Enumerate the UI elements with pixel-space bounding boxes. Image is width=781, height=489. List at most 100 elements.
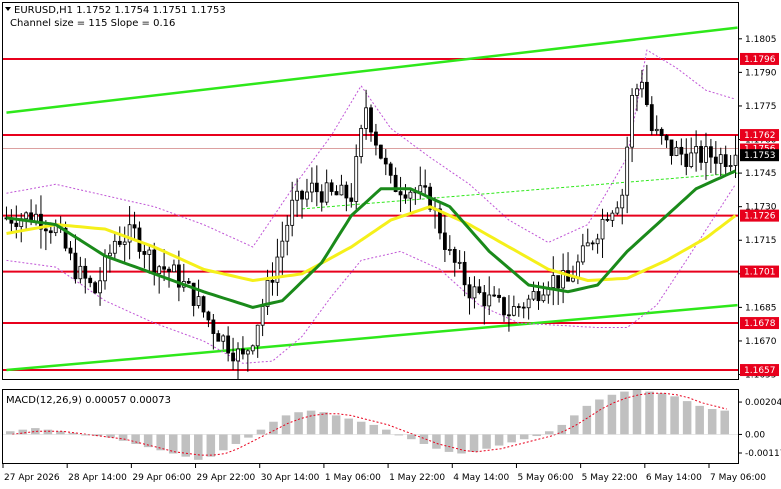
channel-info-label: Channel size = 115 Slope = 0.16 [10,18,175,29]
bear-candle [48,230,53,234]
macd-histogram-bar [657,393,667,435]
bull-candle [718,154,723,164]
bull-candle [585,242,590,247]
bear-candle [649,104,654,132]
bear-candle [477,286,482,294]
time-tick-label: 29 Apr 22:00 [197,473,256,483]
bull-candle [255,324,260,347]
bear-candle [521,306,526,309]
current-price-label: 1.1753 [744,151,776,161]
bear-candle [132,224,137,229]
bear-candle [162,266,167,270]
macd-histogram-bar [682,401,692,435]
level-tag-label: 1.1726 [744,212,776,222]
macd-histogram-bar [43,429,53,435]
bull-candle [98,280,102,294]
bull-candle [339,184,344,196]
bull-candle [511,306,516,316]
macd-histogram-bar [369,424,379,435]
macd-histogram-bar [707,409,717,435]
bear-candle [403,194,408,199]
bear-candle [713,156,718,164]
macd-histogram-bar [194,434,203,460]
macd-histogram-bar [607,394,617,435]
macd-histogram-bar [231,434,241,444]
macd-histogram-bar [244,434,253,438]
bear-candle [142,251,147,255]
symbol-ohlc-label: EURUSD,H1 1.1752 1.1754 1.1751 1.1753 [14,5,226,16]
bull-candle [280,240,285,258]
bear-candle [644,81,649,105]
macd-histogram-bar [494,434,504,446]
time-tick-label: 5 May 06:00 [517,473,573,483]
bull-candle [250,345,255,352]
bear-candle [462,261,467,286]
bull-candle [418,185,423,193]
macd-histogram-bar [507,434,516,443]
bear-candle [669,139,674,156]
bear-candle [68,247,73,254]
bull-candle [103,255,107,282]
bull-candle [733,154,738,166]
bull-candle [78,265,83,280]
bull-candle [620,194,625,209]
macd-histogram-bar [319,412,328,435]
macd-histogram-bar [331,415,341,435]
bull-candle [236,348,240,362]
macd-histogram-bar [31,428,40,435]
price-tick-label: 1.1670 [745,337,777,347]
bear-candle [201,296,206,313]
macd-histogram-bar [570,415,579,435]
bull-candle [157,266,162,275]
bear-candle [388,163,393,176]
bear-candle [216,333,221,342]
bear-candle [349,197,354,202]
bull-candle [654,128,659,132]
bear-candle [664,135,669,141]
bull-candle [728,165,733,167]
bear-candle [507,314,511,317]
bear-candle [211,319,216,334]
price-tick-label: 1.1775 [745,102,777,112]
bear-candle [423,185,428,188]
price-tick-label: 1.1745 [745,169,777,179]
macd-histogram-bar [356,421,366,435]
bull-candle [221,335,226,342]
time-tick-label: 29 Apr 06:00 [132,473,191,483]
time-tick-label: 28 Apr 14:00 [68,473,127,483]
bull-candle [285,224,290,242]
macd-histogram-bar [344,418,353,435]
macd-histogram-bar [294,412,303,435]
time-tick-label: 6 May 14:00 [646,473,702,483]
bear-candle [492,294,497,297]
macd-histogram-bar [620,391,629,435]
bull-candle [526,298,531,309]
macd-histogram-bar [544,431,554,435]
bear-candle [516,306,521,308]
macd-histogram-bar [645,391,654,435]
bull-candle [245,350,250,355]
bear-candle [383,157,388,165]
bull-candle [531,291,536,300]
bull-candle [630,94,634,148]
level-tag-label: 1.1701 [744,268,776,278]
bear-candle [605,218,610,221]
bear-candle [709,146,713,158]
bull-candle [472,286,477,299]
level-tag-label: 1.1796 [744,55,776,65]
trading-chart: 1.16551.16701.16851.17001.17151.17301.17… [2,2,781,483]
level-tag-label: 1.1762 [744,131,776,141]
macd-tick-label: 0.00 [745,430,765,440]
price-tick-label: 1.1805 [745,35,777,45]
bear-candle [378,144,383,159]
macd-histogram-bar [18,429,28,435]
bear-candle [536,291,541,302]
bull-candle [615,207,620,214]
macd-histogram-bar [206,434,216,457]
bear-candle [659,128,664,136]
bear-candle [723,154,728,167]
macd-histogram-bar [670,396,679,435]
bull-candle [571,277,575,282]
macd-histogram-bar [444,434,454,452]
macd-histogram-bar [469,434,479,452]
